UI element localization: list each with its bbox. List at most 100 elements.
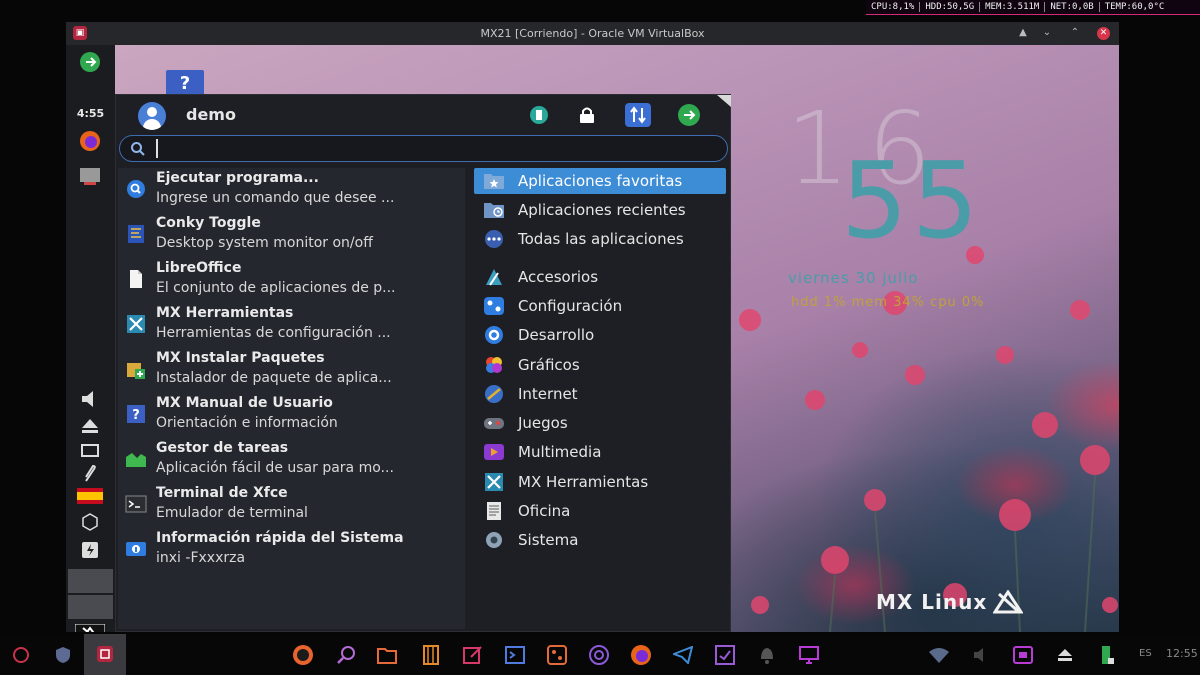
category-item[interactable]: Configuración	[474, 293, 726, 319]
host-files-icon[interactable]	[376, 644, 398, 666]
minimize-button[interactable]: ⌄	[1039, 25, 1055, 41]
host-clock[interactable]: 12:55	[1166, 647, 1198, 660]
firefox-icon[interactable]	[76, 130, 104, 152]
list-item[interactable]: MX Instalar Paquetes Instalador de paquet…	[118, 348, 465, 393]
run-icon	[122, 177, 149, 201]
category-label: Aplicaciones favoritas	[518, 172, 683, 190]
close-button[interactable]: ✕	[1097, 27, 1110, 40]
host-network-icon[interactable]	[928, 644, 950, 666]
category-label: Juegos	[518, 414, 568, 432]
host-shield-icon[interactable]	[52, 644, 74, 666]
virtualbox-task-button[interactable]	[84, 634, 126, 675]
list-item[interactable]: Terminal de Xfce Emulador de terminal	[118, 483, 465, 528]
list-item[interactable]: ? MX Manual de Usuario Orientación e infor…	[118, 393, 465, 438]
host-notifications-icon[interactable]	[756, 644, 778, 666]
host-office-icon[interactable]	[420, 644, 442, 666]
host-app-menu-icon[interactable]	[10, 644, 32, 666]
mx-menu-icon[interactable]	[74, 623, 106, 632]
screen: CPU:8,1% HDD:50,5G MEM:3.511M NET:0,0B T…	[0, 0, 1200, 675]
host-settings-icon[interactable]	[546, 644, 568, 666]
category-item[interactable]: Oficina	[474, 498, 726, 524]
category-item[interactable]: Accesorios	[474, 264, 726, 290]
keyboard-layout[interactable]: ES	[1139, 648, 1152, 659]
clipboard-icon[interactable]	[76, 463, 104, 485]
category-item[interactable]: Sistema	[474, 527, 726, 553]
host-chrome-icon[interactable]	[588, 644, 610, 666]
app-title: Información rápida del Sistema	[156, 530, 404, 546]
host-search-icon[interactable]	[335, 644, 357, 666]
conky-icon	[122, 222, 149, 246]
category-item[interactable]: Todas las aplicaciones	[474, 226, 726, 252]
graphics-icon	[483, 356, 505, 374]
search-input[interactable]	[156, 139, 716, 158]
workspace-1[interactable]	[68, 569, 113, 593]
app-description: Aplicación fácil de usar para mo...	[156, 460, 394, 476]
switch-user-button[interactable]	[625, 103, 651, 127]
lock-icon	[580, 107, 594, 123]
keep-above-button[interactable]: ▲	[1015, 25, 1031, 41]
host-notes-icon[interactable]	[714, 644, 736, 666]
host-editor-icon[interactable]	[462, 644, 484, 666]
host-battery-icon[interactable]	[1096, 644, 1118, 666]
guest-screen: ? 16 55 viernes 30 julio hdd 1% mem 34% …	[66, 45, 1119, 632]
mx-tools-icon	[483, 473, 505, 491]
app-title: LibreOffice	[156, 260, 242, 276]
category-item[interactable]: Aplicaciones recientes	[474, 197, 726, 223]
window-titlebar[interactable]: ▣ MX21 [Corriendo] - Oracle VM VirtualBo…	[66, 22, 1119, 45]
settings-manager-button[interactable]	[526, 103, 552, 127]
host-os-icon[interactable]	[292, 644, 314, 666]
host-telegram-icon[interactable]	[672, 644, 694, 666]
menu-resize-grip[interactable]	[717, 95, 731, 107]
category-item[interactable]: Multimedia	[474, 439, 726, 465]
host-screen-icon[interactable]	[798, 644, 820, 666]
app-title: MX Manual de Usuario	[156, 395, 333, 411]
host-volume-icon[interactable]	[970, 644, 992, 666]
power-manager-icon[interactable]	[76, 539, 104, 561]
display-icon[interactable]	[76, 440, 104, 462]
category-item[interactable]: MX Herramientas	[474, 469, 726, 495]
list-item[interactable]: Ejecutar programa... Ingrese un comando q…	[118, 168, 465, 213]
app-description: inxi -Fxxxrza	[156, 550, 246, 566]
host-terminal-icon[interactable]	[504, 644, 526, 666]
conky-stats: hdd 1% mem 34% cpu 0%	[791, 295, 985, 310]
file-manager-icon[interactable]	[76, 165, 104, 187]
conky-minute: 55	[841, 140, 983, 262]
lock-screen-button[interactable]	[574, 103, 600, 127]
logout-icon[interactable]	[76, 51, 104, 73]
workspace-2[interactable]	[68, 595, 113, 619]
category-label: Configuración	[518, 297, 623, 315]
host-firefox-icon[interactable]	[630, 644, 652, 666]
host-kdeconnect-icon[interactable]	[1012, 644, 1034, 666]
mx-logo-icon	[993, 590, 1024, 614]
volume-icon[interactable]	[76, 388, 104, 410]
category-item[interactable]: Aplicaciones favoritas	[474, 168, 726, 194]
spain-flag-icon[interactable]	[76, 485, 104, 507]
avatar[interactable]	[134, 102, 170, 130]
list-item[interactable]: Gestor de tareas Aplicación fácil de usar…	[118, 438, 465, 483]
system-icon	[483, 531, 505, 549]
guest-dock-panel: 4:55	[66, 45, 115, 632]
virtualbox-icon: ▣	[73, 26, 87, 40]
app-title: MX Instalar Paquetes	[156, 350, 325, 366]
list-item[interactable]: LibreOffice El conjunto de aplicaciones d…	[118, 258, 465, 303]
category-item[interactable]: Gráficos	[474, 352, 726, 378]
favorites-list: Ejecutar programa... Ingrese un comando q…	[118, 168, 465, 629]
category-item[interactable]: Desarrollo	[474, 322, 726, 348]
package-updater-icon[interactable]	[76, 511, 104, 533]
category-item[interactable]: Internet	[474, 381, 726, 407]
host-eject-icon[interactable]	[1054, 644, 1076, 666]
list-item[interactable]: Conky Toggle Desktop system monitor on/of…	[118, 213, 465, 258]
list-item[interactable]: Información rápida del Sistema inxi -Fxxx…	[118, 528, 465, 573]
maximize-button[interactable]: ⌃	[1067, 25, 1083, 41]
list-item[interactable]: MX Herramientas Herramientas de configura…	[118, 303, 465, 348]
eject-icon[interactable]	[76, 415, 104, 437]
application-menu: demo Ejecutar programa... Ingrese un com…	[115, 94, 731, 632]
app-title: Gestor de tareas	[156, 440, 289, 456]
logout-button[interactable]	[676, 103, 702, 127]
search-box[interactable]	[119, 135, 728, 162]
recent-folder-icon	[483, 201, 505, 219]
app-description: Herramientas de configuración ...	[156, 325, 391, 341]
category-item[interactable]: Juegos	[474, 410, 726, 436]
app-title: MX Herramientas	[156, 305, 294, 321]
virtualbox-task-icon	[97, 646, 113, 662]
